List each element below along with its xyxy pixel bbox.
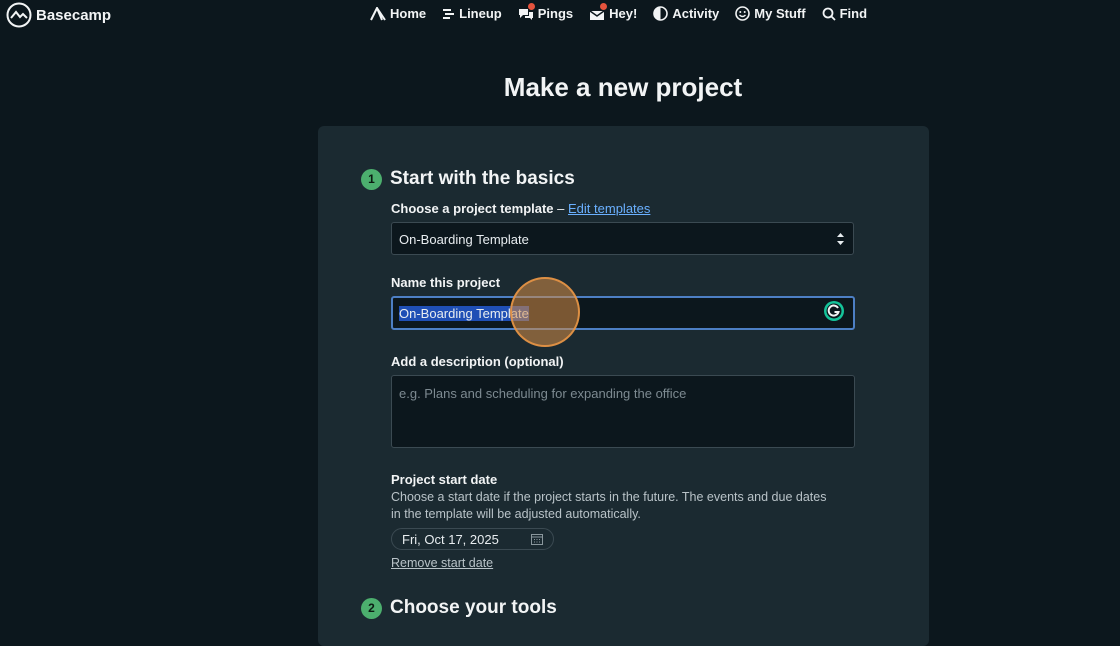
smiley-icon (735, 6, 751, 21)
nav-lineup-label: Lineup (459, 6, 502, 21)
home-icon (370, 6, 386, 21)
start-date-field[interactable]: Fri, Oct 17, 2025 (391, 528, 554, 550)
step-1-header: 1 Start with the basics (361, 168, 575, 190)
nav-home-label: Home (390, 6, 427, 21)
nav-home[interactable]: Home (370, 6, 426, 21)
basecamp-logo[interactable]: Basecamp (6, 2, 111, 28)
nav-my-stuff-label: My Stuff (754, 6, 806, 21)
step-2-number: 2 (361, 597, 382, 619)
start-date-label: Project start date (391, 472, 498, 487)
calendar-icon (531, 534, 543, 545)
grammarly-icon[interactable] (823, 300, 845, 322)
step-1-number: 1 (361, 168, 382, 190)
template-select-value: On-Boarding Template (399, 232, 529, 247)
pings-notification-dot (527, 3, 535, 10)
activity-icon (653, 6, 669, 21)
project-name-label: Name this project (391, 275, 501, 290)
hey-notification-dot (600, 3, 608, 10)
step-2-header: 2 Choose your tools (361, 597, 557, 619)
edit-templates-link[interactable]: Edit templates (568, 201, 650, 216)
page-title: Make a new project (503, 72, 743, 102)
app-name: Basecamp (36, 6, 112, 24)
template-separator: – (553, 201, 569, 216)
template-label-row: Choose a project template – Edit templat… (391, 201, 650, 216)
search-icon (822, 7, 836, 21)
project-name-input[interactable]: On-Boarding Template (391, 296, 855, 330)
description-textarea[interactable]: e.g. Plans and scheduling for expanding … (391, 375, 855, 448)
description-placeholder: e.g. Plans and scheduling for expanding … (399, 386, 687, 401)
nav-activity[interactable]: Activity (653, 6, 719, 21)
step-1-title: Start with the basics (390, 168, 575, 189)
start-date-value: Fri, Oct 17, 2025 (402, 532, 499, 547)
nav-hey-label: Hey! (609, 6, 638, 21)
remove-start-date-link[interactable]: Remove start date (391, 556, 493, 570)
select-arrows-icon (837, 233, 844, 245)
nav-activity-label: Activity (672, 6, 720, 21)
basecamp-logo-icon (6, 2, 32, 28)
nav-find[interactable]: Find (822, 6, 867, 21)
template-select[interactable]: On-Boarding Template (391, 222, 854, 255)
description-label: Add a description (optional) (391, 354, 564, 369)
nav-my-stuff[interactable]: My Stuff (735, 6, 806, 21)
main-nav: Home Lineup Pings Hey! Activity My Stuff… (370, 3, 883, 21)
nav-find-label: Find (839, 6, 868, 21)
nav-lineup[interactable]: Lineup (442, 6, 502, 21)
nav-hey[interactable]: Hey! (589, 3, 638, 21)
nav-pings[interactable]: Pings (518, 3, 574, 21)
nav-pings-label: Pings (537, 6, 574, 21)
project-name-value: On-Boarding Template (399, 306, 529, 321)
start-date-help: Choose a start date if the project start… (391, 490, 827, 521)
step-2-title: Choose your tools (390, 597, 557, 618)
template-label: Choose a project template (391, 201, 554, 216)
lineup-icon (443, 8, 455, 19)
selected-text: On-Boarding Template (399, 306, 529, 321)
top-navigation: Basecamp Home Lineup Pings Hey! Activity… (0, 0, 1120, 30)
